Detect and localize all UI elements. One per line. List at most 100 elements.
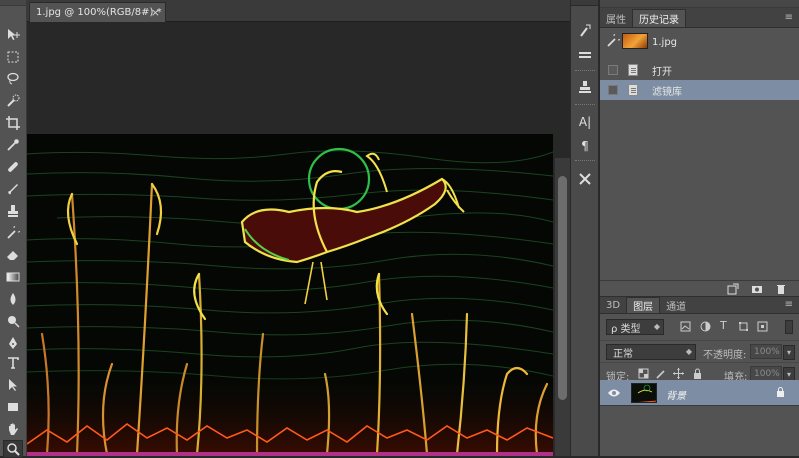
rect-marquee-icon[interactable] <box>3 48 23 66</box>
tab-history[interactable]: 历史记录 <box>632 9 686 27</box>
smart-object-filter-icon[interactable] <box>757 321 768 332</box>
gradient-icon[interactable] <box>3 268 23 286</box>
history-state[interactable]: 滤镜库 <box>600 80 799 100</box>
blend-mode-value: 正常 <box>613 348 633 360</box>
canvas-vertical-scrollbar[interactable] <box>554 158 570 456</box>
type-icon[interactable] <box>3 354 23 372</box>
new-document-from-state-icon[interactable] <box>726 283 740 295</box>
panel-grip[interactable] <box>600 0 799 8</box>
layer-row[interactable]: 背景 <box>600 380 799 406</box>
trash-icon[interactable] <box>774 283 788 295</box>
quick-select-icon[interactable] <box>3 92 23 110</box>
tab-layers[interactable]: 图层 <box>626 297 661 313</box>
lock-position-icon[interactable] <box>673 368 684 379</box>
layer-name: 背景 <box>666 391 686 402</box>
history-state[interactable]: 打开 <box>600 60 799 80</box>
history-footer <box>600 280 799 296</box>
canvas-workspace[interactable] <box>27 22 554 456</box>
lasso-icon[interactable] <box>3 70 23 88</box>
blend-mode-select[interactable]: 正常 ◆ <box>606 344 696 360</box>
opacity-label: 不透明度: <box>703 350 747 361</box>
layer-filter-row: ρ 类型 ◆ T <box>600 314 799 340</box>
history-brush-icon[interactable] <box>3 224 23 242</box>
history-panel-icon[interactable] <box>576 22 594 40</box>
move-tool-icon[interactable] <box>3 26 23 44</box>
panel-menu-icon[interactable]: ≡ <box>785 12 793 23</box>
right-panel-column: 属性 历史记录 ≡ 1.jpg 打开 滤镜库 3D 图层 通道 ≡ ρ 类型 ◆… <box>600 0 799 456</box>
opacity-field[interactable]: 100% ▾ <box>750 344 795 360</box>
dodge-icon[interactable] <box>3 312 23 330</box>
layers-panel: 3D 图层 通道 ≡ ρ 类型 ◆ T 正常 ◆ 不透明度: 100% ▾ 锁定… <box>600 296 799 456</box>
panel-menu-icon[interactable]: ≡ <box>785 299 793 310</box>
eraser-icon[interactable] <box>3 246 23 264</box>
dock-grip[interactable] <box>571 0 598 6</box>
history-list: 1.jpg 打开 滤镜库 <box>600 28 799 268</box>
fill-field[interactable]: 100% ▾ <box>750 366 795 382</box>
panel-dock: A| ¶ <box>570 0 599 456</box>
crop-icon[interactable] <box>3 114 23 132</box>
healing-brush-icon[interactable] <box>3 158 23 176</box>
lock-icon <box>776 387 785 400</box>
tab-properties[interactable]: 属性 <box>600 9 632 27</box>
opacity-value: 100% <box>754 346 780 357</box>
tools-panel-grip[interactable] <box>0 0 26 6</box>
dock-separator <box>575 70 595 72</box>
tool-presets-icon[interactable] <box>576 170 594 188</box>
zoom-icon[interactable] <box>3 440 23 458</box>
type-filter-icon[interactable]: T <box>720 319 731 332</box>
history-state-label: 滤镜库 <box>652 86 682 98</box>
tab-channels[interactable]: 通道 <box>660 297 692 313</box>
document-tab-title: 1.jpg @ 100%(RGB/8#) * <box>36 7 162 18</box>
lock-all-icon[interactable] <box>692 368 703 379</box>
brush-icon[interactable] <box>3 180 23 198</box>
layer-kind-filter[interactable]: ρ 类型 ◆ <box>606 319 664 335</box>
snapshot-thumbnail <box>622 33 648 49</box>
eye-icon[interactable] <box>608 388 620 398</box>
history-brush-source-checkbox[interactable] <box>608 65 618 75</box>
chevron-down-icon: ◆ <box>653 322 660 331</box>
clone-stamp-icon[interactable] <box>3 202 23 220</box>
dock-separator <box>575 104 595 106</box>
adjustment-filter-icon[interactable] <box>700 321 711 332</box>
blend-row: 正常 ◆ 不透明度: 100% ▾ <box>600 340 799 362</box>
history-brush-source-checkbox[interactable] <box>608 85 618 95</box>
history-brush-source-icon[interactable] <box>606 31 623 51</box>
tools-panel <box>0 0 27 458</box>
character-panel-icon[interactable]: A| <box>576 113 594 131</box>
snapshot-label: 1.jpg <box>652 36 678 48</box>
document-tab-bar: 1.jpg @ 100%(RGB/8#) * × <box>27 0 570 22</box>
lock-pixels-icon[interactable] <box>655 368 666 379</box>
brush-presets-icon[interactable] <box>576 46 594 64</box>
history-state-label: 打开 <box>652 66 672 78</box>
lock-transparency-icon[interactable] <box>638 368 649 379</box>
camera-icon[interactable] <box>750 283 764 295</box>
fill-value: 100% <box>754 368 780 379</box>
layer-kind-filter-label: ρ 类型 <box>611 323 641 335</box>
pen-icon[interactable] <box>3 334 23 352</box>
path-select-icon[interactable] <box>3 376 23 394</box>
document-icon <box>628 84 638 96</box>
dock-separator <box>575 160 595 162</box>
close-icon[interactable]: × <box>151 6 160 19</box>
rectangle-shape-icon[interactable] <box>3 398 23 416</box>
chevron-down-icon[interactable]: ▾ <box>783 345 795 360</box>
history-panel-tabs: 属性 历史记录 ≡ <box>600 8 799 28</box>
history-snapshot[interactable]: 1.jpg <box>600 30 799 54</box>
hand-icon[interactable] <box>3 420 23 438</box>
blur-icon[interactable] <box>3 290 23 308</box>
chevron-down-icon: ◆ <box>685 347 692 356</box>
filter-toggle[interactable] <box>785 320 793 334</box>
document-canvas[interactable] <box>27 134 553 456</box>
scrollbar-thumb[interactable] <box>558 176 567 400</box>
document-tab[interactable]: 1.jpg @ 100%(RGB/8#) * × <box>29 2 166 22</box>
pixel-filter-icon[interactable] <box>680 321 691 332</box>
glowing-edges-image <box>27 134 553 456</box>
clone-source-icon[interactable] <box>576 78 594 96</box>
eyedropper-icon[interactable] <box>3 136 23 154</box>
shape-filter-icon[interactable] <box>738 321 749 332</box>
document-icon <box>628 64 638 76</box>
layer-thumbnail <box>631 383 657 403</box>
layers-panel-tabs: 3D 图层 通道 ≡ <box>600 296 799 314</box>
paragraph-panel-icon[interactable]: ¶ <box>576 137 594 155</box>
tab-3d[interactable]: 3D <box>600 297 626 313</box>
